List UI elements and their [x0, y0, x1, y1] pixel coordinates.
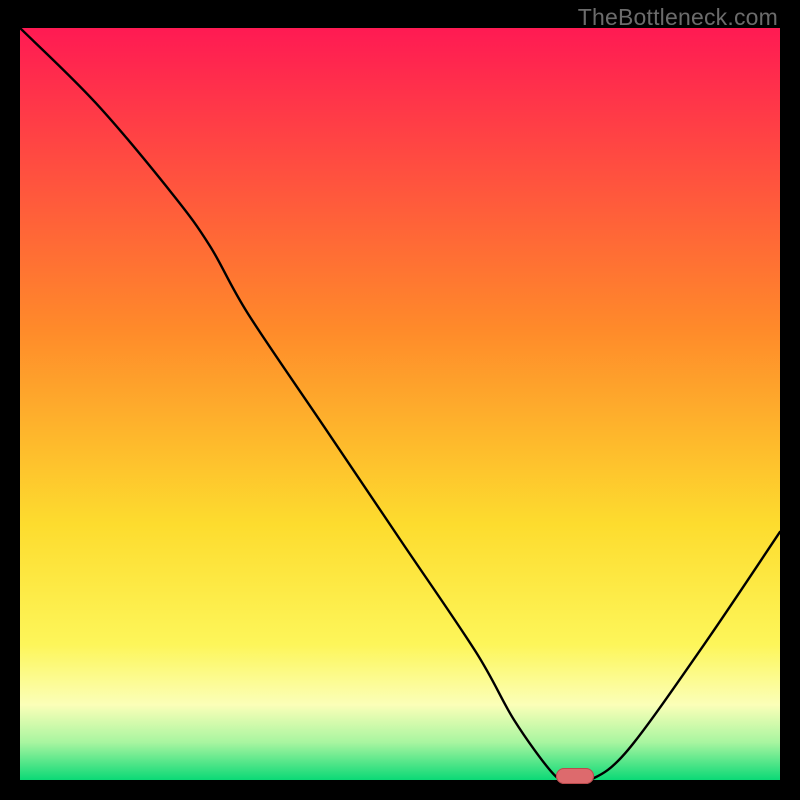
bottleneck-curve — [20, 28, 780, 780]
watermark-label: TheBottleneck.com — [578, 4, 778, 31]
chart-container: TheBottleneck.com — [0, 0, 800, 800]
optimal-marker — [556, 768, 594, 784]
plot-area — [20, 28, 780, 780]
